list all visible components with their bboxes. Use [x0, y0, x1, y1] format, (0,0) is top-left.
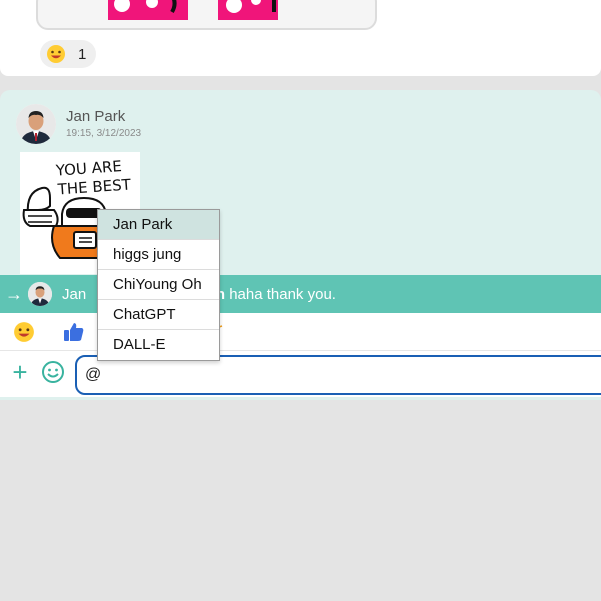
reply-preview-bar[interactable]: → Jan Oh haha thank you.	[0, 275, 601, 313]
user-avatar-image	[16, 104, 56, 144]
reaction-pill[interactable]: 1	[40, 40, 97, 68]
reply-body: Oh haha thank you.	[204, 286, 336, 303]
plus-icon[interactable]: +	[9, 359, 31, 385]
previous-message-card: 1	[0, 0, 601, 76]
quick-reactions-row	[0, 313, 601, 350]
reply-author-prefix: Jan	[62, 285, 87, 303]
previous-sticker-image	[108, 0, 278, 20]
smiling-face-emoji-icon	[14, 321, 34, 342]
thumbs-up-icon	[64, 322, 84, 341]
previous-sticker-frame	[36, 0, 377, 30]
message-timestamp: 19:15, 3/12/2023	[66, 128, 142, 139]
emoji-picker-icon[interactable]	[41, 360, 65, 384]
reply-avatar	[28, 282, 52, 306]
mention-option-dall-e[interactable]: DALL-E	[98, 330, 219, 360]
reaction-count: 1	[78, 45, 87, 63]
message-composer: +	[0, 350, 601, 397]
sender-name[interactable]: Jan Park	[66, 108, 125, 125]
mention-dropdown: Jan Park higgs jung ChiYoung Oh ChatGPT …	[97, 209, 220, 361]
user-avatar-image	[28, 282, 52, 306]
smiley-outline-icon	[42, 361, 64, 383]
mention-option-higgs-jung[interactable]: higgs jung	[98, 240, 219, 270]
mention-option-chatgpt[interactable]: ChatGPT	[98, 300, 219, 330]
mention-option-jan-park[interactable]: Jan Park	[98, 210, 219, 240]
react-smile-button[interactable]	[12, 320, 36, 344]
avatar[interactable]	[16, 104, 56, 144]
mention-option-chiyoung-oh[interactable]: ChiYoung Oh	[98, 270, 219, 300]
smiling-face-emoji-icon	[47, 45, 65, 63]
react-thumbs-up-button[interactable]	[62, 320, 86, 344]
message-input[interactable]	[75, 355, 601, 395]
reply-arrow-icon: →	[5, 283, 23, 304]
reply-message-text: haha thank you.	[229, 285, 336, 303]
